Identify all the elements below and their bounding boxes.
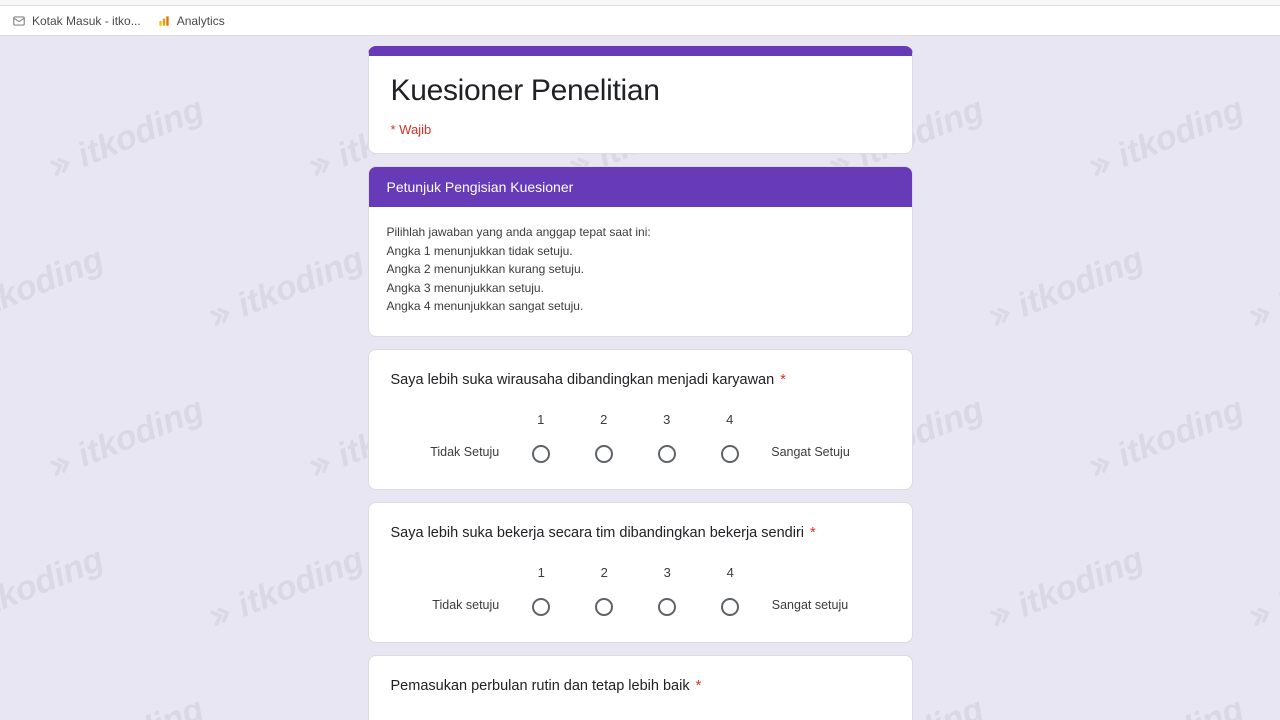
section-line: Pilihlah jawaban yang anda anggap tepat … — [387, 223, 894, 242]
section-line: Angka 4 menunjukkan sangat setuju. — [387, 297, 894, 316]
bookmark-kotak-masuk[interactable]: Kotak Masuk - itko... — [4, 14, 149, 28]
radio-option-3[interactable] — [658, 445, 676, 463]
linear-scale: Tidak Setuju 1 2 3 4 Sangat Setuju — [391, 412, 890, 463]
scale-low-label: Tidak setuju — [422, 598, 510, 616]
scale-number: 4 — [726, 412, 733, 427]
scale-number: 1 — [538, 565, 545, 580]
bookmark-label: Kotak Masuk - itko... — [32, 14, 141, 28]
form-page: Kuesioner Penelitian * Wajib Petunjuk Pe… — [0, 36, 1280, 720]
form-title: Kuesioner Penelitian — [391, 74, 890, 108]
scale-number: 1 — [537, 412, 544, 427]
radio-option-3[interactable] — [658, 598, 676, 616]
section-line: Angka 2 menunjukkan kurang setuju. — [387, 260, 894, 279]
required-note: * Wajib — [391, 122, 890, 137]
radio-option-1[interactable] — [532, 445, 550, 463]
question-text: Saya lebih suka wirausaha dibandingkan m… — [391, 372, 775, 388]
question-title: Saya lebih suka wirausaha dibandingkan m… — [391, 372, 890, 388]
radio-option-1[interactable] — [532, 598, 550, 616]
linear-scale: Tidak setuju 1 2 3 4 Sangat setuju — [391, 565, 890, 616]
question-title: Pemasukan perbulan rutin dan tetap lebih… — [391, 678, 890, 694]
analytics-icon — [157, 14, 171, 28]
radio-option-4[interactable] — [721, 445, 739, 463]
section-line: Angka 1 menunjukkan tidak setuju. — [387, 242, 894, 261]
question-text: Pemasukan perbulan rutin dan tetap lebih… — [391, 678, 690, 694]
scale-number: 3 — [664, 565, 671, 580]
radio-option-4[interactable] — [721, 598, 739, 616]
scale-high-label: Sangat setuju — [762, 598, 858, 616]
scale-number: 2 — [601, 565, 608, 580]
scale-number: 3 — [663, 412, 670, 427]
section-line: Angka 3 menunjukkan setuju. — [387, 279, 894, 298]
scale-low-label: Tidak Setuju — [420, 445, 509, 463]
mail-icon — [12, 14, 26, 28]
scale-number: 2 — [600, 412, 607, 427]
question-card: Saya lebih suka wirausaha dibandingkan m… — [368, 349, 913, 490]
radio-option-2[interactable] — [595, 598, 613, 616]
form-header-card: Kuesioner Penelitian * Wajib — [368, 46, 913, 154]
section-header: Petunjuk Pengisian Kuesioner — [369, 167, 912, 207]
bookmark-analytics[interactable]: Analytics — [149, 14, 233, 28]
section-body: Pilihlah jawaban yang anda anggap tepat … — [369, 207, 912, 336]
question-text: Saya lebih suka bekerja secara tim diban… — [391, 525, 805, 541]
required-asterisk: * — [780, 372, 786, 388]
required-asterisk: * — [810, 525, 816, 541]
question-card: Saya lebih suka bekerja secara tim diban… — [368, 502, 913, 643]
section-card: Petunjuk Pengisian Kuesioner Pilihlah ja… — [368, 166, 913, 337]
required-asterisk: * — [696, 678, 702, 694]
scale-number: 4 — [727, 565, 734, 580]
bookmarks-bar: Kotak Masuk - itko... Analytics — [0, 6, 1280, 36]
bookmark-label: Analytics — [177, 14, 225, 28]
question-card: Pemasukan perbulan rutin dan tetap lebih… — [368, 655, 913, 720]
scale-high-label: Sangat Setuju — [761, 445, 860, 463]
radio-option-2[interactable] — [595, 445, 613, 463]
question-title: Saya lebih suka bekerja secara tim diban… — [391, 525, 890, 541]
